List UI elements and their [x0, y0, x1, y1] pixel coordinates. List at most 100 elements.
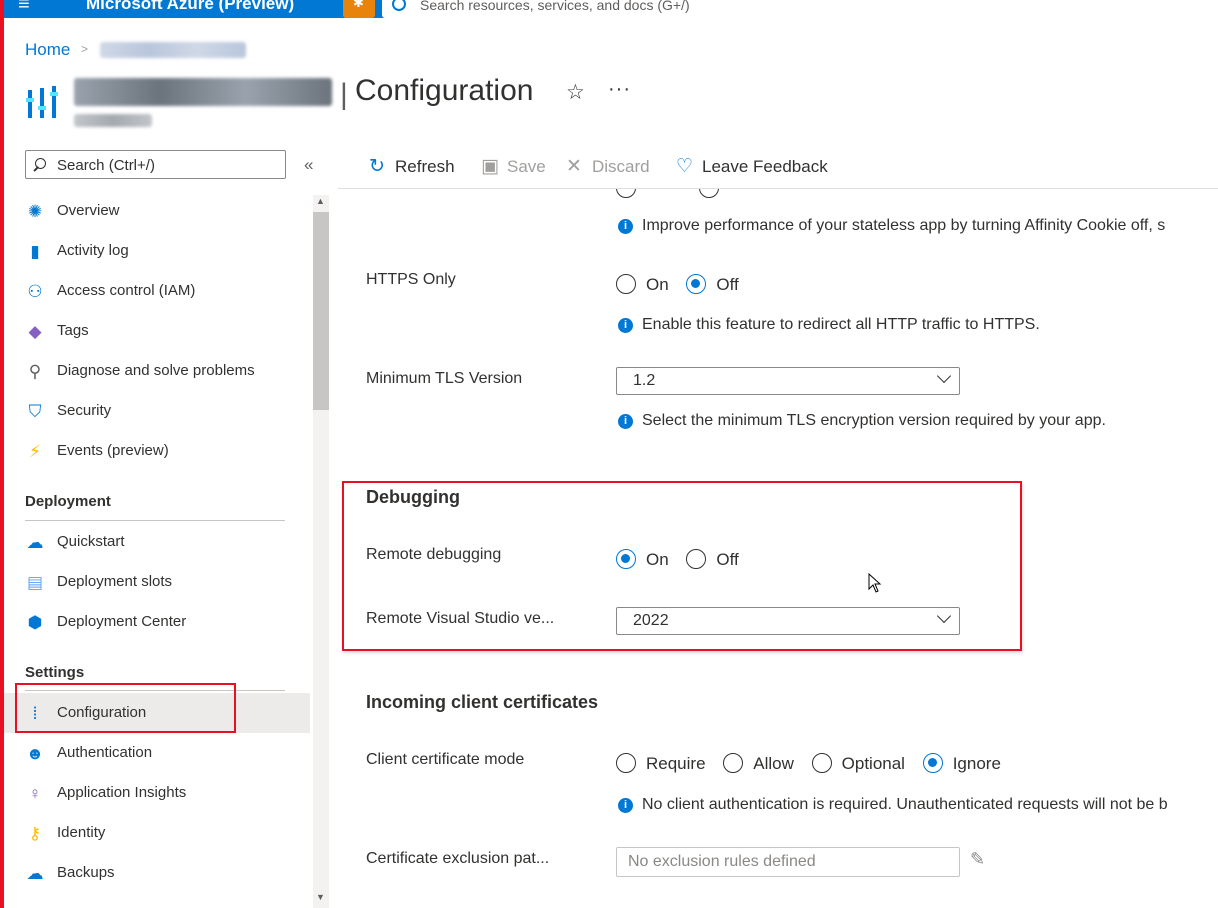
- discard-label: Discard: [592, 157, 650, 176]
- top-bar: ≡ Microsoft Azure (Preview) ✱ Search res…: [4, 0, 1218, 18]
- nav-item-deployment-center[interactable]: ⬢ Deployment Center: [4, 602, 310, 642]
- nav-section-settings: Settings: [25, 664, 85, 681]
- brand-title[interactable]: Microsoft Azure (Preview): [86, 0, 294, 14]
- client-cert-ignore-option[interactable]: Ignore: [922, 753, 1001, 773]
- radio-label: On: [646, 275, 669, 294]
- radio-label: Require: [646, 754, 706, 773]
- feedback-label: Leave Feedback: [702, 157, 828, 176]
- overview-icon: ✺: [27, 202, 43, 221]
- nav-item-activity-log[interactable]: ▮ Activity log: [4, 231, 310, 271]
- nav-item-security[interactable]: ⛉ Security: [4, 391, 310, 431]
- global-search-input[interactable]: Search resources, services, and docs (G+…: [382, 0, 1218, 18]
- nav-item-label: Identity: [57, 824, 106, 841]
- radio-button-selected[interactable]: [922, 753, 943, 773]
- global-search-placeholder: Search resources, services, and docs (G+…: [420, 0, 690, 13]
- radio-label: Ignore: [952, 754, 1001, 773]
- refresh-button[interactable]: ↻ Refresh: [369, 155, 455, 178]
- nav-item-label: Diagnose and solve problems: [57, 362, 255, 379]
- cube-icon: ⬢: [27, 613, 43, 632]
- radio-button[interactable]: [811, 753, 832, 773]
- configuration-highlight-box: [15, 683, 236, 733]
- nav-item-label: Deployment Center: [57, 613, 187, 630]
- https-only-on-option[interactable]: On: [616, 274, 669, 294]
- edit-pencil-icon[interactable]: ✎: [970, 849, 985, 870]
- collapse-nav-icon[interactable]: «: [304, 155, 313, 175]
- save-button[interactable]: ▣ Save: [481, 155, 546, 178]
- preview-feedback-badge[interactable]: ✱: [343, 0, 375, 18]
- tag-icon: ◆: [28, 322, 42, 341]
- radio-button[interactable]: [723, 753, 744, 773]
- configuration-header-icon: [26, 86, 58, 118]
- breadcrumb-chevron-icon: >: [81, 42, 89, 56]
- nav-item-label: Application Insights: [57, 784, 187, 801]
- scroll-up-icon[interactable]: ▲: [316, 196, 325, 206]
- affinity-on-radio[interactable]: [616, 189, 636, 198]
- radio-button[interactable]: [616, 274, 636, 294]
- nav-item-events[interactable]: ⚡ Events (preview): [4, 431, 310, 471]
- affinity-off-radio[interactable]: [698, 189, 719, 198]
- nav-item-diagnose[interactable]: ⚲ Diagnose and solve problems: [4, 351, 310, 391]
- client-cert-mode-label: Client certificate mode: [366, 751, 525, 768]
- title-separator: |: [340, 78, 348, 111]
- cert-exclusion-input[interactable]: No exclusion rules defined: [616, 847, 960, 877]
- radio-label: Optional: [841, 754, 905, 773]
- https-only-label: HTTPS Only: [366, 271, 456, 288]
- nav-item-label: Access control (IAM): [57, 282, 196, 299]
- scroll-down-icon[interactable]: ▼: [316, 892, 325, 902]
- breadcrumb-home[interactable]: Home: [25, 40, 70, 60]
- nav-item-overview[interactable]: ✺ Overview: [4, 191, 310, 231]
- nav-scrollbar-thumb[interactable]: [313, 212, 329, 410]
- https-only-off-option[interactable]: Off: [686, 274, 739, 294]
- favorite-star-icon[interactable]: ☆: [566, 80, 585, 105]
- nav-search-input[interactable]: Search (Ctrl+/): [25, 150, 286, 179]
- slots-icon: ▤: [26, 573, 44, 592]
- hamburger-menu-icon[interactable]: ≡: [18, 0, 30, 16]
- nav-item-access-control[interactable]: ⚇ Access control (IAM): [4, 271, 310, 311]
- client-cert-require-option[interactable]: Require: [616, 753, 706, 773]
- nav-item-tags[interactable]: ◆ Tags: [4, 311, 310, 351]
- https-only-info: i Enable this feature to redirect all HTT…: [618, 316, 1040, 334]
- bug-icon: ✱: [353, 0, 364, 10]
- nav-divider: [25, 520, 285, 521]
- min-tls-label: Minimum TLS Version: [366, 370, 523, 387]
- radio-label: Allow: [753, 754, 794, 773]
- client-cert-allow-option[interactable]: Allow: [723, 753, 794, 773]
- https-only-radio-group: On Off: [616, 274, 752, 295]
- affinity-info-text: Improve performance of your stateless ap…: [642, 217, 1166, 234]
- search-icon: [392, 0, 406, 11]
- refresh-label: Refresh: [395, 157, 455, 176]
- info-icon: i: [618, 318, 633, 333]
- client-cert-optional-option[interactable]: Optional: [811, 753, 905, 773]
- nav-item-label: Backups: [57, 864, 115, 881]
- info-icon: i: [618, 414, 633, 429]
- cloud-quickstart-icon: ☁: [26, 533, 44, 552]
- cert-exclusion-placeholder: No exclusion rules defined: [628, 853, 816, 870]
- activity-log-icon: ▮: [30, 242, 40, 261]
- cert-exclusion-label: Certificate exclusion pat...: [366, 850, 550, 867]
- heart-icon: ♡: [676, 156, 694, 177]
- key-icon: ⚷: [28, 824, 42, 843]
- radio-button[interactable]: [616, 753, 636, 773]
- nav-item-backups[interactable]: ☁ Backups: [4, 853, 310, 893]
- radio-button-selected[interactable]: [686, 274, 707, 294]
- people-icon: ⚇: [27, 282, 43, 301]
- nav-item-quickstart[interactable]: ☁ Quickstart: [4, 522, 310, 562]
- nav-item-label: Quickstart: [57, 533, 125, 550]
- nav-item-authentication[interactable]: ☻ Authentication: [4, 733, 310, 773]
- min-tls-info-text: Select the minimum TLS encryption versio…: [642, 412, 1106, 429]
- mouse-cursor-icon: [868, 573, 882, 593]
- nav-item-label: Authentication: [57, 744, 153, 761]
- breadcrumb-resource-redacted[interactable]: [100, 42, 246, 58]
- nav-item-identity[interactable]: ⚷ Identity: [4, 813, 310, 853]
- leave-feedback-button[interactable]: ♡ Leave Feedback: [676, 155, 828, 178]
- min-tls-dropdown[interactable]: 1.2: [616, 367, 960, 395]
- client-certs-section-title: Incoming client certificates: [366, 692, 599, 712]
- nav-item-label: Deployment slots: [57, 573, 173, 590]
- cloud-backup-icon: ☁: [26, 864, 44, 883]
- auth-user-icon: ☻: [26, 744, 44, 763]
- nav-item-application-insights[interactable]: ♀ Application Insights: [4, 773, 310, 813]
- nav-item-label: Security: [57, 402, 112, 419]
- discard-button[interactable]: ✕ Discard: [566, 155, 650, 178]
- more-options-icon[interactable]: ···: [608, 78, 631, 101]
- nav-item-deployment-slots[interactable]: ▤ Deployment slots: [4, 562, 310, 602]
